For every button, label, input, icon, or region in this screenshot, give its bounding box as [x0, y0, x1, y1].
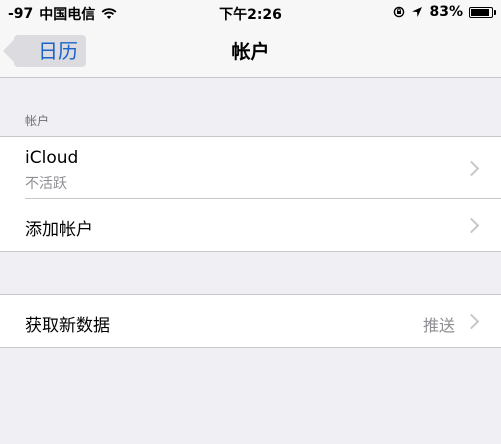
- chevron-right-icon: [463, 160, 480, 177]
- list-item-fetch-new-data[interactable]: 获取新数据 推送: [0, 295, 501, 348]
- page-title: 帐户: [231, 41, 270, 63]
- icloud-status: 不活跃: [25, 176, 67, 192]
- status-bar: -97 中国电信 下午2:26 83%: [0, 0, 501, 24]
- accounts-group: iCloud 不活跃 添加帐户: [0, 136, 501, 252]
- fetch-group: 获取新数据 推送: [0, 294, 501, 348]
- battery-icon: [469, 6, 496, 18]
- list-item-add-account[interactable]: 添加帐户: [0, 199, 501, 252]
- fetch-new-data-label: 获取新数据: [25, 316, 110, 336]
- section-header-accounts: 帐户: [25, 114, 50, 128]
- battery-percent: 83%: [429, 4, 463, 20]
- rotation-lock-icon: [394, 6, 405, 18]
- list-item-icloud[interactable]: iCloud 不活跃: [0, 137, 501, 199]
- navigation-bar: 日历 帐户: [0, 24, 501, 78]
- status-right: 83%: [393, 4, 496, 20]
- chevron-right-icon: [463, 313, 480, 330]
- add-account-label: 添加帐户: [25, 220, 93, 240]
- fetch-mode-value: 推送: [422, 316, 455, 335]
- chevron-right-icon: [463, 217, 480, 234]
- location-icon: [412, 7, 423, 17]
- icloud-label: iCloud: [25, 148, 79, 168]
